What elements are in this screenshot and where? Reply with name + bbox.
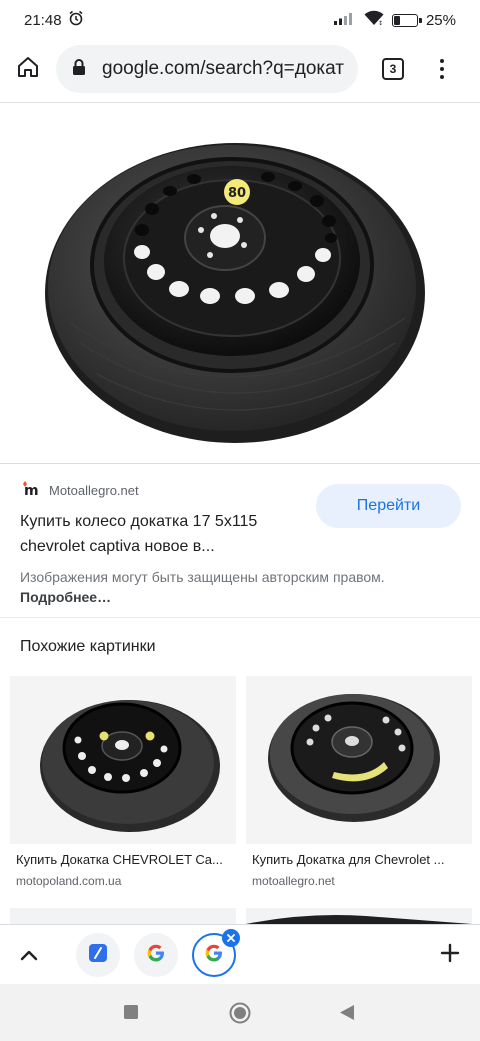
close-tab-icon[interactable] bbox=[222, 929, 240, 947]
result-source[interactable]: m Motoallegro.net bbox=[20, 480, 139, 501]
address-bar[interactable]: google.com/search?q=докат bbox=[56, 45, 358, 93]
notes-app-icon bbox=[89, 943, 107, 967]
home-nav-icon[interactable] bbox=[229, 1002, 251, 1029]
spare-tire-image: 80 bbox=[45, 143, 425, 443]
tab-chip-3-active[interactable] bbox=[192, 929, 240, 977]
chevron-up-icon[interactable] bbox=[0, 949, 58, 961]
tab-chip-1[interactable] bbox=[76, 933, 120, 977]
back-icon[interactable] bbox=[339, 1004, 355, 1026]
signal-icon bbox=[333, 11, 356, 29]
similar-card-4-peek[interactable] bbox=[246, 908, 472, 924]
tab-strip bbox=[0, 924, 480, 984]
wifi-icon: ↕ bbox=[364, 10, 384, 30]
battery-level bbox=[393, 15, 400, 25]
go-to-site-button[interactable]: Перейти bbox=[316, 484, 461, 528]
similar-card-3-peek[interactable] bbox=[10, 908, 236, 924]
battery-percent: 25% bbox=[425, 11, 456, 29]
similar-caption-1: Купить Докатка CHEVROLET Ca... bbox=[16, 852, 223, 867]
recents-icon[interactable] bbox=[124, 1005, 139, 1025]
tab-chip-2[interactable] bbox=[134, 933, 178, 977]
section-divider bbox=[0, 617, 480, 618]
more-vert-icon[interactable] bbox=[432, 59, 452, 79]
status-time: 21:48 bbox=[24, 11, 62, 29]
alarm-icon bbox=[68, 10, 84, 30]
result-title[interactable]: Купить колесо докатка 17 5x115 chevrolet… bbox=[20, 509, 306, 559]
copyright-text: Изображения могут быть защищены авторски… bbox=[20, 569, 385, 585]
google-icon bbox=[205, 944, 223, 967]
tab-switcher-button[interactable]: 3 bbox=[382, 58, 404, 80]
plus-icon[interactable] bbox=[440, 943, 460, 968]
image-divider bbox=[0, 463, 480, 464]
similar-thumb-1 bbox=[10, 676, 236, 844]
page: 21:48 ↕ 25% google.com/search?q=докат 3 … bbox=[0, 0, 480, 1041]
similar-heading: Похожие картинки bbox=[20, 638, 156, 655]
battery-icon bbox=[391, 13, 422, 27]
source-name: Motoallegro.net bbox=[49, 483, 139, 498]
similar-site-1: motopoland.com.ua bbox=[16, 874, 122, 888]
home-icon bbox=[16, 55, 40, 84]
motoallegro-logo-icon: m bbox=[20, 480, 42, 501]
similar-thumb-2 bbox=[246, 676, 472, 844]
copyright-notice: Изображения могут быть защищены авторски… bbox=[20, 567, 460, 607]
status-bar: 21:48 ↕ 25% bbox=[0, 0, 480, 40]
browser-toolbar: google.com/search?q=докат 3 bbox=[0, 40, 480, 98]
home-button[interactable] bbox=[0, 40, 56, 98]
similar-site-2: motoallegro.net bbox=[252, 874, 335, 888]
result-image[interactable]: 80 bbox=[0, 103, 480, 463]
google-icon bbox=[147, 944, 165, 967]
more-info-link[interactable]: Подробнее… bbox=[20, 589, 111, 605]
similar-card-1[interactable]: Купить Докатка CHEVROLET Ca... motopolan… bbox=[10, 676, 236, 888]
system-nav-bar bbox=[0, 984, 480, 1041]
svg-text:m: m bbox=[24, 483, 39, 496]
similar-card-2[interactable]: Купить Докатка для Chevrolet ... motoall… bbox=[246, 676, 472, 888]
svg-text:80: 80 bbox=[228, 186, 246, 201]
url-text: google.com/search?q=докат bbox=[102, 58, 344, 79]
status-right: ↕ 25% bbox=[333, 10, 456, 30]
svg-text:↕: ↕ bbox=[378, 20, 383, 26]
similar-caption-2: Купить Докатка для Chevrolet ... bbox=[252, 852, 445, 867]
lock-icon bbox=[72, 58, 92, 81]
